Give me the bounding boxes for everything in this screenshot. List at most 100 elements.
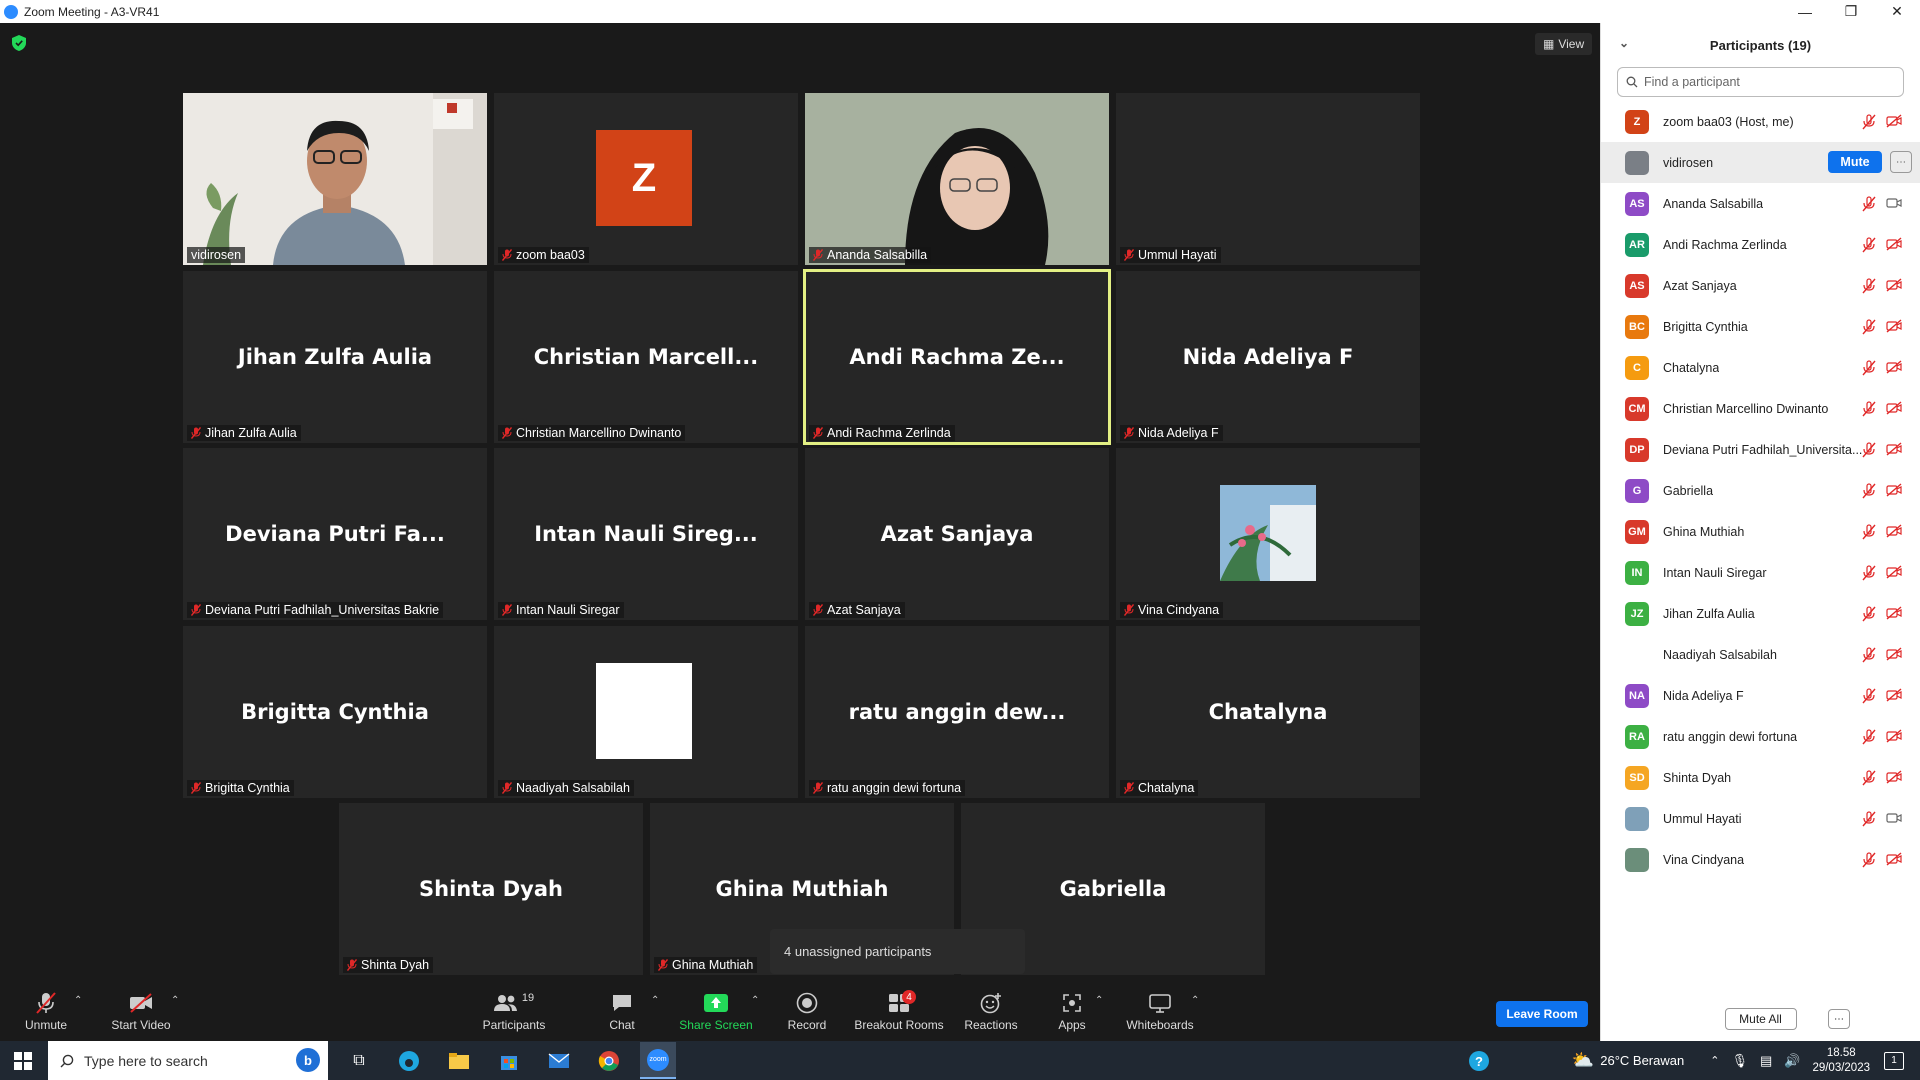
unmute-button[interactable]: Unmute [18, 981, 74, 1041]
mic-muted-icon[interactable] [1862, 811, 1876, 830]
video-off-icon[interactable] [1886, 278, 1902, 297]
mic-muted-icon[interactable] [1862, 196, 1876, 215]
video-off-icon[interactable] [1886, 606, 1902, 625]
record-button[interactable]: Record [782, 981, 832, 1041]
whiteboards-options-caret-icon[interactable]: ⌃ [1191, 995, 1199, 1006]
video-tile[interactable]: Deviana Putri Fa... Deviana Putri Fadhila… [183, 448, 487, 620]
more-options-icon[interactable]: ⋯ [1828, 1009, 1850, 1029]
video-off-icon[interactable] [1886, 442, 1902, 461]
video-off-icon[interactable] [1886, 319, 1902, 338]
mute-participant-button[interactable]: Mute [1828, 151, 1882, 173]
participant-row[interactable]: SD Shinta Dyah [1601, 757, 1920, 798]
mic-muted-icon[interactable] [1862, 237, 1876, 256]
weather-cloud-icon[interactable]: ⛅ [1572, 1050, 1594, 1071]
close-icon[interactable]: ✕ [1874, 0, 1920, 23]
video-tile[interactable]: Intan Nauli Sireg... Intan Nauli Siregar [494, 448, 798, 620]
taskbar-search-box[interactable]: Type here to search b [48, 1041, 328, 1080]
participant-row[interactable]: JZ Jihan Zulfa Aulia [1601, 593, 1920, 634]
participant-row[interactable]: AS Ananda Salsabilla [1601, 183, 1920, 224]
video-off-icon[interactable] [1886, 565, 1902, 584]
mic-muted-icon[interactable] [1862, 114, 1876, 133]
notification-icon[interactable]: 1 [1884, 1051, 1904, 1070]
participant-row[interactable]: CM Christian Marcellino Dwinanto [1601, 388, 1920, 429]
video-off-icon[interactable] [1886, 401, 1902, 420]
video-off-icon[interactable] [1886, 114, 1902, 133]
network-icon[interactable]: ▤ [1760, 1053, 1772, 1069]
participants-button[interactable]: 19 Participants [478, 981, 550, 1041]
video-tile[interactable]: Shinta Dyah Shinta Dyah [339, 803, 643, 975]
file-explorer-icon[interactable] [446, 1048, 472, 1074]
collapse-chevron-icon[interactable]: ⌄ [1619, 36, 1629, 50]
chat-options-caret-icon[interactable]: ⌃ [651, 995, 659, 1006]
mic-muted-icon[interactable] [1862, 852, 1876, 871]
participant-row[interactable]: C Chatalyna [1601, 347, 1920, 388]
volume-icon[interactable]: 🔊 [1784, 1053, 1800, 1069]
chrome-icon[interactable] [596, 1048, 622, 1074]
participant-search[interactable] [1617, 67, 1904, 97]
mic-muted-icon[interactable] [1862, 770, 1876, 789]
mail-icon[interactable] [546, 1048, 572, 1074]
participant-row[interactable]: Ummul Hayati [1601, 798, 1920, 839]
participant-row[interactable]: NA Nida Adeliya F [1601, 675, 1920, 716]
share-screen-button[interactable]: Share Screen [678, 981, 754, 1041]
participant-row[interactable]: GM Ghina Muthiah [1601, 511, 1920, 552]
video-on-icon[interactable] [1886, 811, 1902, 830]
apps-button[interactable]: Apps [1054, 981, 1090, 1041]
microphone-tray-icon[interactable]: 🎙 [1731, 1053, 1748, 1069]
view-button[interactable]: ▦ View [1535, 33, 1593, 55]
mute-all-button[interactable]: Mute All [1724, 1008, 1797, 1030]
video-tile[interactable]: Christian Marcell... Christian Marcellino… [494, 271, 798, 443]
video-tile[interactable]: Zzoom baa03 [494, 93, 798, 265]
mic-muted-icon[interactable] [1862, 524, 1876, 543]
audio-options-caret-icon[interactable]: ⌃ [74, 995, 82, 1006]
video-tile[interactable]: Ummul Hayati [1116, 93, 1420, 265]
weather-text[interactable]: 26°C Berawan [1600, 1053, 1684, 1068]
mic-muted-icon[interactable] [1862, 483, 1876, 502]
help-icon[interactable]: ? [1466, 1048, 1492, 1074]
mic-muted-icon[interactable] [1862, 319, 1876, 338]
chat-button[interactable]: Chat [600, 981, 644, 1041]
video-tile[interactable]: Vina Cindyana [1116, 448, 1420, 620]
apps-options-caret-icon[interactable]: ⌃ [1095, 995, 1103, 1006]
edge-icon[interactable] [396, 1048, 422, 1074]
participant-search-input[interactable] [1644, 75, 1884, 89]
mic-muted-icon[interactable] [1862, 360, 1876, 379]
zoom-taskbar-icon[interactable]: zoom [640, 1042, 676, 1079]
participant-row[interactable]: Naadiyah Salsabilah [1601, 634, 1920, 675]
participant-row[interactable]: vidirosen Mute ⋯ [1601, 142, 1920, 183]
participant-row[interactable]: BC Brigitta Cynthia [1601, 306, 1920, 347]
participant-row[interactable]: RA ratu anggin dewi fortuna [1601, 716, 1920, 757]
mic-muted-icon[interactable] [1862, 647, 1876, 666]
whiteboards-button[interactable]: Whiteboards [1124, 981, 1196, 1041]
video-tile[interactable]: Ananda Salsabilla [805, 93, 1109, 265]
video-options-caret-icon[interactable]: ⌃ [171, 995, 179, 1006]
participant-row[interactable]: DP Deviana Putri Fadhilah_Universita... [1601, 429, 1920, 470]
windows-start-icon[interactable] [14, 1052, 32, 1070]
minimize-icon[interactable]: — [1782, 0, 1828, 23]
bing-icon[interactable]: b [296, 1048, 320, 1072]
store-icon[interactable] [496, 1048, 522, 1074]
participant-row[interactable]: AS Azat Sanjaya [1601, 265, 1920, 306]
video-tile[interactable]: Azat Sanjaya Azat Sanjaya [805, 448, 1109, 620]
mic-muted-icon[interactable] [1862, 442, 1876, 461]
share-options-caret-icon[interactable]: ⌃ [751, 995, 759, 1006]
mic-muted-icon[interactable] [1862, 278, 1876, 297]
video-off-icon[interactable] [1886, 688, 1902, 707]
encryption-shield-icon[interactable] [12, 35, 26, 51]
video-tile[interactable]: Jihan Zulfa Aulia Jihan Zulfa Aulia [183, 271, 487, 443]
video-off-icon[interactable] [1886, 647, 1902, 666]
tray-chevron-icon[interactable]: ⌃ [1710, 1054, 1719, 1067]
video-tile[interactable]: Chatalyna Chatalyna [1116, 626, 1420, 798]
participant-row[interactable]: Vina Cindyana [1601, 839, 1920, 880]
reactions-button[interactable]: Reactions [960, 981, 1022, 1041]
task-view-icon[interactable]: ⧉ [346, 1048, 372, 1074]
video-off-icon[interactable] [1886, 524, 1902, 543]
video-off-icon[interactable] [1886, 360, 1902, 379]
video-off-icon[interactable] [1886, 483, 1902, 502]
mic-muted-icon[interactable] [1862, 401, 1876, 420]
participant-row[interactable]: IN Intan Nauli Siregar [1601, 552, 1920, 593]
video-tile[interactable]: vidirosen [183, 93, 487, 265]
video-tile[interactable]: Nida Adeliya F Nida Adeliya F [1116, 271, 1420, 443]
participant-row[interactable]: Zzoom baa03 (Host, me) [1601, 101, 1920, 142]
participant-row[interactable]: G Gabriella [1601, 470, 1920, 511]
